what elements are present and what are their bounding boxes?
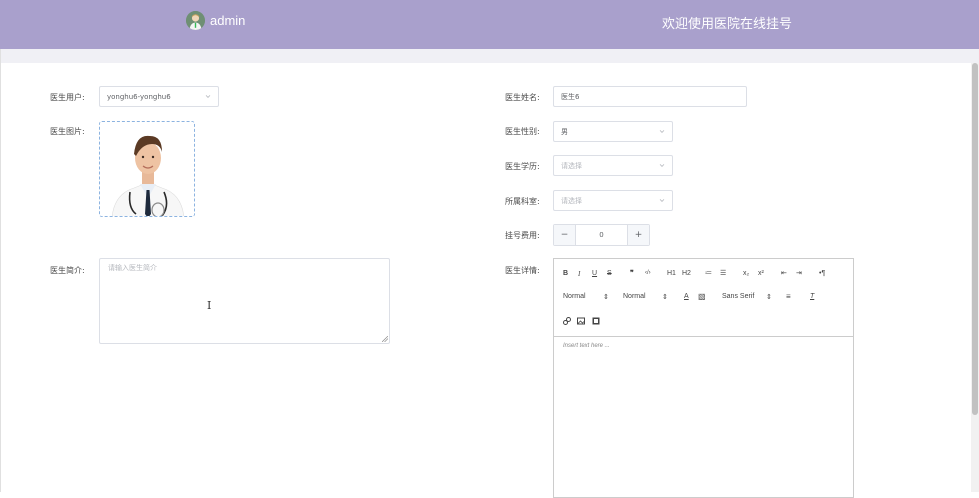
text-direction-button[interactable]: •¶ <box>819 270 825 277</box>
underline-button[interactable]: U <box>592 270 597 277</box>
outdent-button[interactable]: ⇤ <box>781 269 787 277</box>
text-cursor-icon: I <box>207 299 212 312</box>
department-label: 所属科室: <box>505 197 540 206</box>
doctor-user-value: yonghu6-yonghu6 <box>107 92 171 101</box>
resize-handle-icon[interactable] <box>382 336 388 342</box>
size-select-arrow-icon[interactable]: ⇕ <box>662 293 668 301</box>
site-title: 欢迎使用医院在线挂号 <box>662 17 793 32</box>
doctor-intro-label: 医生简介: <box>50 266 85 275</box>
doctor-name-value: 医生6 <box>561 92 580 101</box>
chevron-down-icon <box>659 198 665 202</box>
background-color-icon[interactable]: ▧ <box>698 292 706 301</box>
font-select-arrow-icon[interactable]: ⇕ <box>766 293 772 301</box>
doctor-name-input[interactable]: 医生6 <box>553 86 747 107</box>
doctor-education-select[interactable]: 请选择 <box>553 155 673 176</box>
fee-label: 挂号费用: <box>505 231 540 240</box>
editor-toolbar: B I U S ❞ ‹/› H1 H2 ≔ ☰ x₂ x² ⇤ ⇥ •¶ Nor… <box>554 259 853 337</box>
header1-button[interactable]: H1 <box>667 270 676 277</box>
header-shadow <box>0 49 979 63</box>
header-select-arrow-icon[interactable]: ⇕ <box>603 293 609 301</box>
decrease-button[interactable]: − <box>554 225 576 245</box>
align-icon[interactable]: ≡ <box>786 292 791 301</box>
department-select[interactable]: 请选择 <box>553 190 673 211</box>
user-info[interactable]: admin <box>186 10 245 30</box>
rich-text-editor[interactable]: B I U S ❞ ‹/› H1 H2 ≔ ☰ x₂ x² ⇤ ⇥ •¶ Nor… <box>553 258 854 498</box>
chevron-down-icon <box>205 94 211 98</box>
strike-button[interactable]: S <box>607 270 612 277</box>
increase-button[interactable]: + <box>627 225 649 245</box>
doctor-detail-label: 医生详情: <box>505 266 540 275</box>
fee-value[interactable]: 0 <box>576 225 627 245</box>
doctor-user-select[interactable]: yonghu6-yonghu6 <box>99 86 219 107</box>
chevron-down-icon <box>659 129 665 133</box>
indent-button[interactable]: ⇥ <box>796 269 802 277</box>
username-label[interactable]: admin <box>210 13 245 28</box>
doctor-photo <box>100 122 194 216</box>
code-block-button[interactable]: ‹/› <box>645 270 651 276</box>
header-select[interactable]: Normal <box>563 293 586 300</box>
link-icon[interactable] <box>563 317 571 325</box>
ordered-list-button[interactable]: ≔ <box>705 269 712 277</box>
doctor-user-label: 医生用户: <box>50 93 85 102</box>
size-select[interactable]: Normal <box>623 293 646 300</box>
subscript-button[interactable]: x₂ <box>743 270 749 277</box>
clear-format-icon[interactable]: T <box>810 293 814 300</box>
doctor-intro-placeholder: 请输入医生简介 <box>108 264 157 272</box>
doctor-image-label: 医生图片: <box>50 127 85 136</box>
doctor-image-uploader[interactable] <box>99 121 195 217</box>
sidebar-border <box>0 49 1 492</box>
bold-button[interactable]: B <box>563 270 568 277</box>
top-header: admin 欢迎使用医院在线挂号 <box>0 0 979 49</box>
doctor-gender-value: 男 <box>561 127 568 136</box>
chevron-down-icon <box>659 163 665 167</box>
superscript-button[interactable]: x² <box>758 270 764 277</box>
department-placeholder: 请选择 <box>561 196 582 205</box>
editor-placeholder: Insert text here ... <box>563 343 610 349</box>
doctor-education-placeholder: 请选择 <box>561 161 582 170</box>
page-scrollbar-thumb[interactable] <box>972 63 978 415</box>
doctor-gender-select[interactable]: 男 <box>553 121 673 142</box>
doctor-name-label: 医生姓名: <box>505 93 540 102</box>
bullet-list-button[interactable]: ☰ <box>720 269 726 277</box>
doctor-gender-label: 医生性别: <box>505 127 540 136</box>
font-select[interactable]: Sans Serif <box>722 293 754 300</box>
font-color-icon[interactable]: A <box>684 293 689 300</box>
fee-stepper[interactable]: − 0 + <box>553 224 650 246</box>
header2-button[interactable]: H2 <box>682 270 691 277</box>
avatar[interactable] <box>186 10 205 30</box>
italic-button[interactable]: I <box>578 270 580 278</box>
image-icon[interactable] <box>577 317 585 325</box>
doctor-intro-textarea[interactable]: 请输入医生简介 <box>99 258 390 344</box>
blockquote-button[interactable]: ❞ <box>630 269 634 277</box>
video-icon[interactable] <box>592 317 600 325</box>
doctor-education-label: 医生学历: <box>505 162 540 171</box>
